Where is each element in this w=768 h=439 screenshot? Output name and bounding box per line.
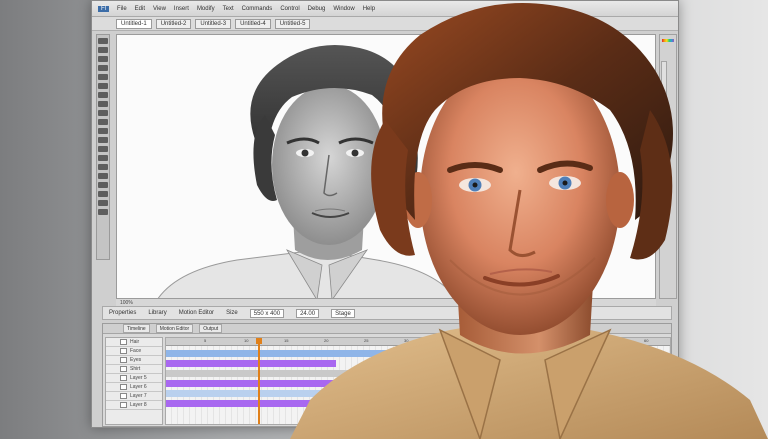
document-tab[interactable]: Untitled-4 bbox=[235, 18, 271, 29]
layer-thumbnail bbox=[120, 339, 127, 345]
layer-thumbnail bbox=[120, 384, 127, 390]
size-label: Size bbox=[226, 310, 238, 316]
layer-name: Eyes bbox=[130, 357, 142, 363]
library-label[interactable]: Library bbox=[148, 310, 166, 316]
pencil-tool-icon[interactable] bbox=[98, 119, 108, 125]
stroke-color-icon[interactable] bbox=[98, 200, 108, 206]
layer-thumbnail bbox=[120, 402, 127, 408]
layer-name: Hair bbox=[130, 339, 140, 345]
tab-motion-editor[interactable]: Motion Editor bbox=[155, 324, 194, 333]
fill-color-icon[interactable] bbox=[98, 209, 108, 215]
layer-row[interactable]: Layer 5 bbox=[106, 374, 162, 383]
layer-thumbnail bbox=[120, 348, 127, 354]
layer-name: Shirt bbox=[130, 366, 141, 372]
layer-list: Hair Face Eyes Shirt Layer 5 Layer 6 Lay… bbox=[105, 337, 163, 425]
menu-file[interactable]: File bbox=[117, 6, 127, 12]
layer-name: Layer 7 bbox=[130, 393, 147, 399]
menu-view[interactable]: View bbox=[153, 6, 166, 12]
layer-name: Layer 8 bbox=[130, 402, 147, 408]
rectangle-tool-icon[interactable] bbox=[98, 110, 108, 116]
stage-size-field[interactable]: 550 x 400 bbox=[249, 308, 285, 318]
playhead[interactable] bbox=[258, 338, 260, 424]
playhead-handle[interactable] bbox=[256, 338, 262, 344]
3d-rotation-tool-icon[interactable] bbox=[98, 65, 108, 71]
subselection-tool-icon[interactable] bbox=[98, 47, 108, 53]
layer-row[interactable]: Eyes bbox=[106, 356, 162, 365]
app-logo: Fl bbox=[98, 5, 109, 12]
line-tool-icon[interactable] bbox=[98, 101, 108, 107]
motion-editor-label[interactable]: Motion Editor bbox=[179, 310, 214, 316]
tab-timeline[interactable]: Timeline bbox=[123, 324, 150, 333]
bone-tool-icon[interactable] bbox=[98, 146, 108, 152]
layer-row[interactable]: Shirt bbox=[106, 365, 162, 374]
layer-thumbnail bbox=[120, 375, 127, 381]
tools-panel bbox=[96, 34, 110, 260]
eyedropper-tool-icon[interactable] bbox=[98, 164, 108, 170]
layer-thumbnail bbox=[120, 393, 127, 399]
properties-label[interactable]: Properties bbox=[109, 310, 136, 316]
painted-man-portrait bbox=[290, 3, 768, 439]
ruler-label: 5 bbox=[204, 338, 207, 343]
ruler-label: 10 bbox=[244, 338, 249, 343]
layer-row[interactable]: Layer 7 bbox=[106, 392, 162, 401]
layer-thumbnail bbox=[120, 357, 127, 363]
free-transform-tool-icon[interactable] bbox=[98, 56, 108, 62]
brush-tool-icon[interactable] bbox=[98, 128, 108, 134]
layer-name: Layer 6 bbox=[130, 384, 147, 390]
menu-edit[interactable]: Edit bbox=[135, 6, 145, 12]
zoom-tool-icon[interactable] bbox=[98, 191, 108, 197]
layer-row[interactable]: Hair bbox=[106, 338, 162, 347]
deco-tool-icon[interactable] bbox=[98, 137, 108, 143]
pen-tool-icon[interactable] bbox=[98, 83, 108, 89]
painted-portrait-overlay bbox=[290, 0, 768, 439]
menu-text[interactable]: Text bbox=[223, 6, 234, 12]
selection-tool-icon[interactable] bbox=[98, 38, 108, 44]
layer-name: Face bbox=[130, 348, 142, 354]
layer-row[interactable]: Layer 6 bbox=[106, 383, 162, 392]
layer-name: Layer 5 bbox=[130, 375, 147, 381]
layer-row[interactable]: Face bbox=[106, 347, 162, 356]
ruler-label: 15 bbox=[284, 338, 289, 343]
layer-thumbnail bbox=[120, 366, 127, 372]
hand-tool-icon[interactable] bbox=[98, 182, 108, 188]
menu-insert[interactable]: Insert bbox=[174, 6, 189, 12]
lasso-tool-icon[interactable] bbox=[98, 74, 108, 80]
menu-commands[interactable]: Commands bbox=[242, 6, 273, 12]
tab-output[interactable]: Output bbox=[199, 324, 223, 333]
document-tab[interactable]: Untitled-3 bbox=[195, 18, 232, 29]
menu-modify[interactable]: Modify bbox=[197, 6, 215, 12]
paint-bucket-tool-icon[interactable] bbox=[98, 155, 108, 161]
eraser-tool-icon[interactable] bbox=[98, 173, 108, 179]
text-tool-icon[interactable] bbox=[98, 92, 108, 98]
document-tab[interactable]: Untitled-2 bbox=[155, 18, 192, 29]
document-tab[interactable]: Untitled-1 bbox=[116, 18, 152, 29]
layer-row[interactable]: Layer 8 bbox=[106, 401, 162, 410]
